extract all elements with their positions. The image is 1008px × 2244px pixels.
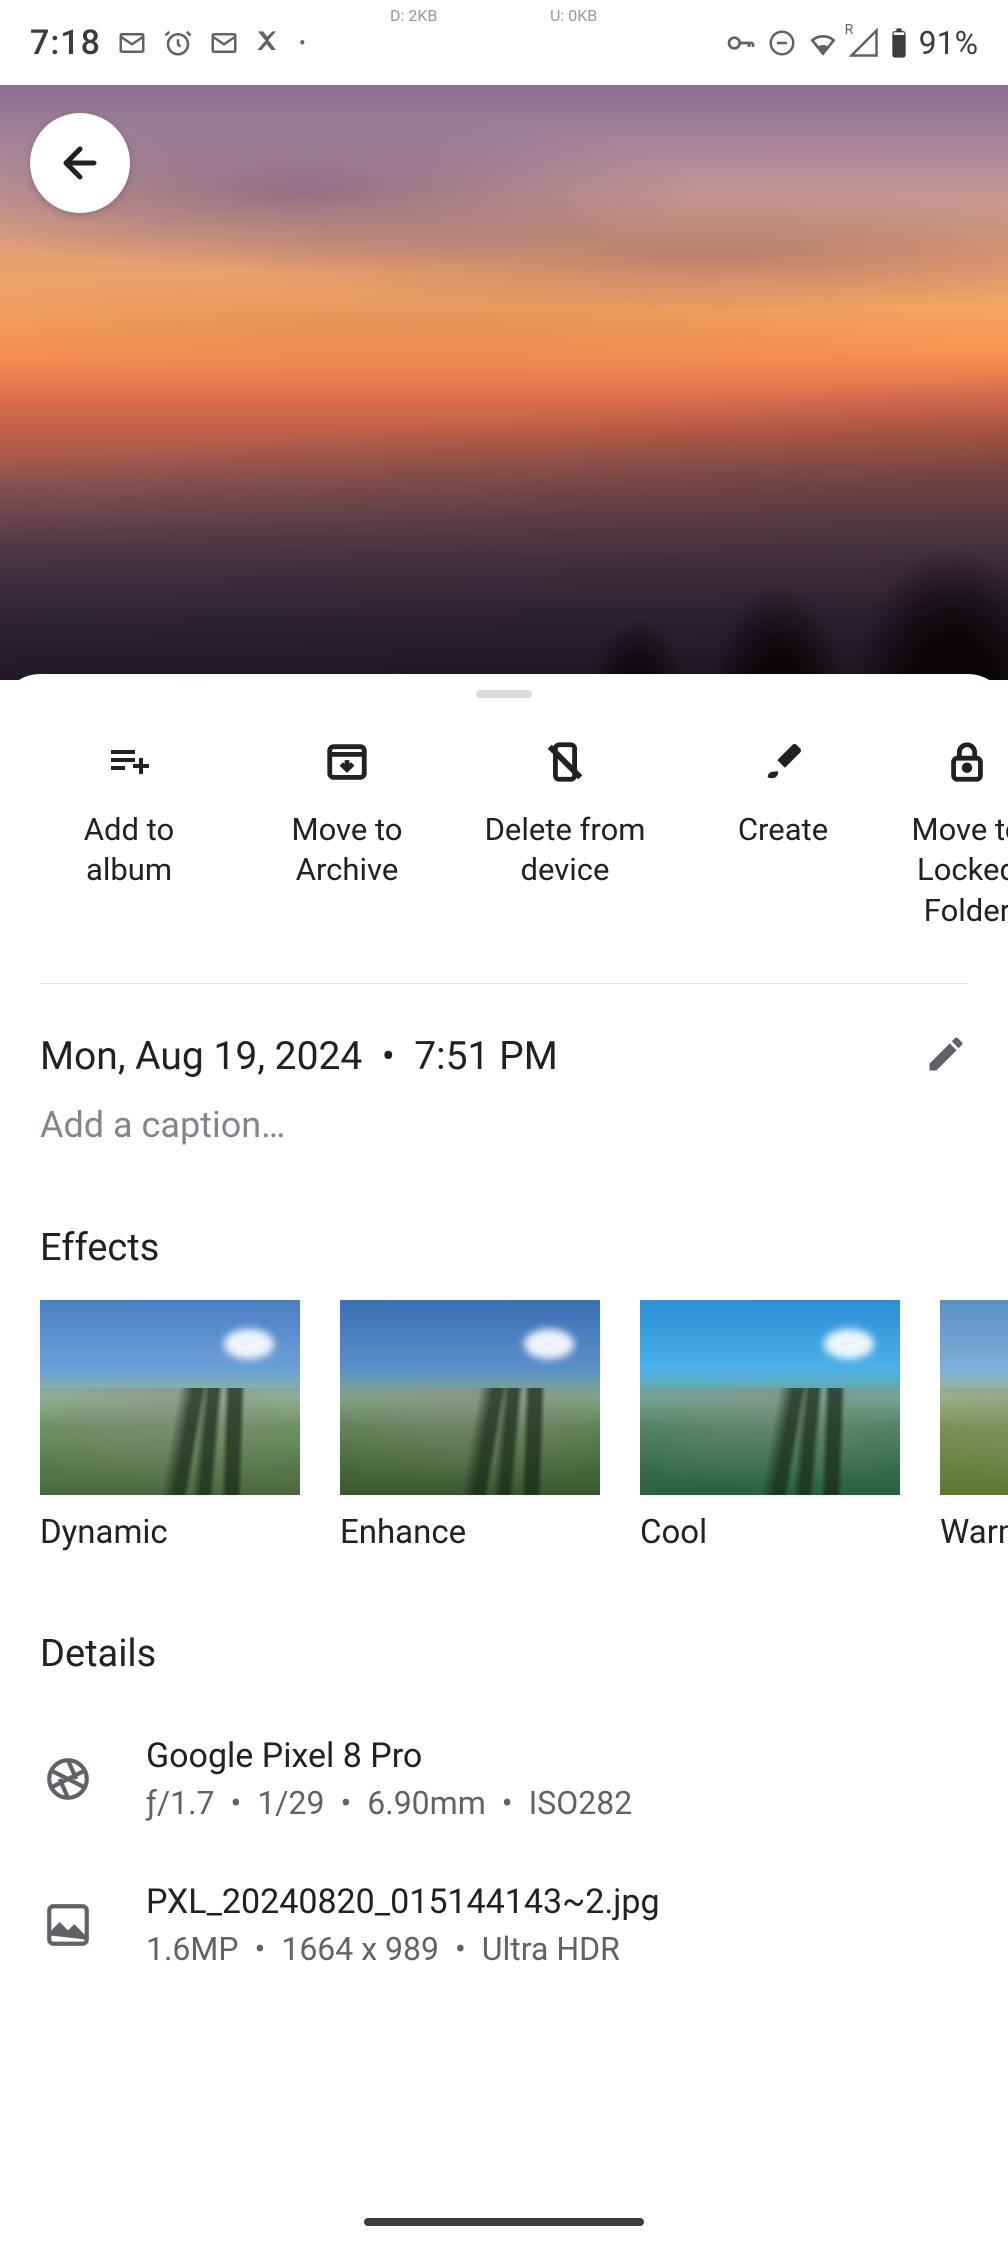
effect-dynamic[interactable]: Dynamic (40, 1300, 300, 1552)
photo-preview[interactable] (0, 85, 1008, 680)
camera-exif: ƒ/1.7• 1/29• 6.90mm• ISO282 (146, 1784, 632, 1822)
file-name: PXL_20240820_015144143~2.jpg (146, 1882, 660, 1922)
action-label: Add toalbum (84, 810, 174, 891)
photo-datetime: Mon, Aug 19, 2024 • 7:51 PM (40, 1033, 558, 1079)
signal-icon: R (849, 28, 879, 58)
create-button[interactable]: Create (674, 728, 892, 941)
sheet-drag-handle[interactable] (476, 690, 532, 698)
effect-thumbnail (640, 1300, 900, 1495)
effect-warm[interactable]: Warm (940, 1300, 1008, 1552)
camera-details-row: Google Pixel 8 Pro ƒ/1.7• 1/29• 6.90mm• … (40, 1706, 968, 1852)
brush-icon (759, 738, 807, 786)
net-down: D: 2KB (390, 6, 437, 25)
action-label: Create (738, 810, 828, 850)
pencil-icon (924, 1032, 968, 1076)
wifi-icon (807, 27, 839, 59)
back-button[interactable] (30, 113, 130, 213)
dot-icon: • (299, 31, 306, 55)
effect-label: Enhance (340, 1513, 600, 1552)
effect-label: Warm (940, 1513, 1008, 1552)
x-icon (255, 29, 283, 57)
caption-input[interactable]: Add a caption… (0, 1080, 1008, 1146)
nav-home-handle[interactable] (364, 2218, 644, 2226)
aperture-icon (40, 1751, 96, 1807)
arrow-left-icon (56, 139, 104, 187)
gmail-icon (117, 28, 147, 58)
delete-from-device-button[interactable]: Delete fromdevice (456, 728, 674, 941)
effect-label: Dynamic (40, 1513, 300, 1552)
vpn-key-icon (725, 27, 757, 59)
battery-icon (889, 27, 909, 59)
edit-datetime-button[interactable] (924, 1032, 968, 1080)
gmail-icon-2 (209, 28, 239, 58)
dnd-icon (767, 28, 797, 58)
bottom-sheet: Add toalbum Move toArchive Delete fromde… (0, 674, 1008, 2244)
move-to-locked-folder-button[interactable]: Move toLocked Folder (892, 728, 1008, 941)
add-to-album-button[interactable]: Add toalbum (20, 728, 238, 941)
alarm-icon (163, 28, 193, 58)
camera-model: Google Pixel 8 Pro (146, 1736, 632, 1776)
effect-label: Cool (640, 1513, 900, 1552)
effects-row[interactable]: Dynamic Enhance Cool Warm (0, 1300, 1008, 1552)
status-bar: D: 2KB U: 0KB 7:18 • R 91% (0, 0, 1008, 85)
lock-icon (943, 738, 991, 786)
status-time: 7:18 (30, 23, 101, 63)
battery-percent: 91% (919, 24, 978, 62)
action-label: Delete fromdevice (485, 810, 646, 891)
actions-row[interactable]: Add toalbum Move toArchive Delete fromde… (0, 728, 1008, 941)
image-icon (40, 1897, 96, 1953)
action-label: Move toArchive (292, 810, 403, 891)
file-info: 1.6MP• 1664 x 989• Ultra HDR (146, 1930, 660, 1968)
file-details-row: PXL_20240820_015144143~2.jpg 1.6MP• 1664… (40, 1852, 968, 1998)
effects-section-title: Effects (0, 1146, 1008, 1300)
effect-thumbnail (940, 1300, 1008, 1495)
device-off-icon (541, 738, 589, 786)
move-to-archive-button[interactable]: Move toArchive (238, 728, 456, 941)
effect-thumbnail (340, 1300, 600, 1495)
archive-icon (323, 738, 371, 786)
details-section-title: Details (0, 1552, 1008, 1706)
effect-thumbnail (40, 1300, 300, 1495)
effect-enhance[interactable]: Enhance (340, 1300, 600, 1552)
caption-placeholder: Add a caption… (40, 1104, 285, 1146)
effect-cool[interactable]: Cool (640, 1300, 900, 1552)
action-label: Move toLocked Folder (892, 810, 1008, 931)
playlist-add-icon (105, 738, 153, 786)
net-up: U: 0KB (550, 6, 597, 25)
